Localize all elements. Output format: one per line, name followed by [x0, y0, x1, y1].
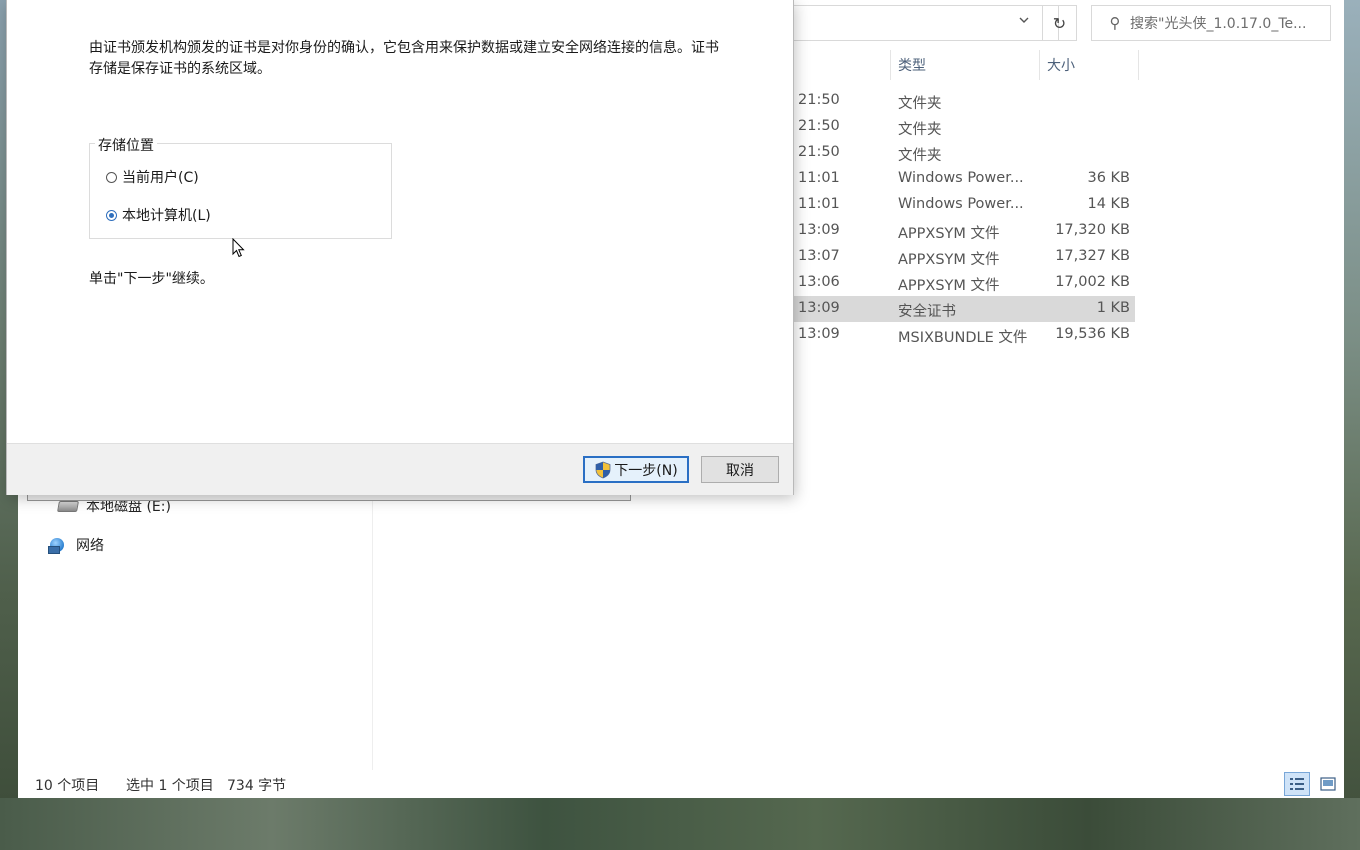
- file-date: 11:01: [798, 170, 840, 186]
- file-size: 14 KB: [1087, 196, 1130, 212]
- wizard-intro-text: 由证书颁发机构颁发的证书是对你身份的确认，它包含用来保护数据或建立安全网络连接的…: [89, 40, 719, 77]
- file-date: 11:01: [798, 196, 840, 212]
- wizard-footer: 下一步(N) 取消: [7, 443, 793, 495]
- file-type: Windows Power...: [898, 170, 1024, 186]
- search-icon: ⚲: [1109, 14, 1121, 32]
- column-separator[interactable]: [1138, 50, 1139, 80]
- column-header-type[interactable]: 类型: [898, 48, 926, 82]
- nav-item-network[interactable]: 网络: [48, 535, 104, 555]
- file-size: 36 KB: [1087, 170, 1130, 186]
- nav-pane-divider[interactable]: [372, 480, 373, 770]
- radio-circle-local-machine[interactable]: [106, 209, 117, 221]
- status-selection: 选中 1 个项目: [126, 778, 214, 794]
- radio-local-machine[interactable]: 本地计算机(L): [106, 205, 211, 225]
- nav-item-label: 网络: [76, 538, 104, 554]
- wallpaper-right-edge: [1344, 0, 1360, 850]
- file-type: 安全证书: [898, 304, 956, 320]
- details-view-icon: [1290, 778, 1304, 790]
- cancel-button[interactable]: 取消: [701, 456, 779, 483]
- file-row[interactable]: 11:01 Windows Power... 14 KB: [793, 192, 1135, 218]
- file-row[interactable]: 13:09 APPXSYM 文件 17,320 KB: [793, 218, 1135, 244]
- store-location-group: 存储位置 当前用户(C) 本地计算机(L): [89, 135, 392, 239]
- radio-label-current-user: 当前用户(C): [122, 170, 199, 186]
- cancel-button-label: 取消: [726, 462, 754, 479]
- store-location-label: 存储位置: [95, 135, 157, 155]
- file-size: 19,536 KB: [1055, 326, 1130, 342]
- network-icon: [48, 537, 68, 554]
- file-type: 文件夹: [898, 96, 942, 112]
- file-row[interactable]: 13:06 APPXSYM 文件 17,002 KB: [793, 270, 1135, 296]
- file-size: 17,327 KB: [1055, 248, 1130, 264]
- file-date: 13:07: [798, 248, 840, 264]
- large-icons-view-button[interactable]: [1315, 772, 1341, 796]
- file-row[interactable]: 13:07 APPXSYM 文件 17,327 KB: [793, 244, 1135, 270]
- continue-hint: 单击"下一步"继续。: [89, 271, 214, 287]
- file-row[interactable]: 21:50 文件夹: [793, 140, 1135, 166]
- file-date: 13:06: [798, 274, 840, 290]
- file-row[interactable]: 11:01 Windows Power... 36 KB: [793, 166, 1135, 192]
- file-type: Windows Power...: [898, 196, 1024, 212]
- file-type: APPXSYM 文件: [898, 278, 1000, 294]
- column-type-label: 类型: [898, 58, 926, 74]
- file-row[interactable]: 21:50 文件夹: [793, 114, 1135, 140]
- file-type: APPXSYM 文件: [898, 252, 1000, 268]
- large-icons-view-icon: [1320, 777, 1336, 791]
- file-date: 13:09: [798, 326, 840, 342]
- file-row[interactable]: 13:09 MSIXBUNDLE 文件 19,536 KB: [793, 322, 1135, 348]
- uac-shield-icon: [595, 461, 611, 478]
- file-size: 1 KB: [1096, 300, 1130, 316]
- next-button-label: 下一步(N): [614, 462, 678, 479]
- status-size: 734 字节: [227, 778, 287, 794]
- radio-current-user[interactable]: 当前用户(C): [106, 167, 199, 187]
- refresh-button[interactable]: ↻: [1042, 5, 1077, 41]
- file-type: MSIXBUNDLE 文件: [898, 330, 1028, 346]
- next-button[interactable]: 下一步(N): [583, 456, 689, 483]
- column-separator[interactable]: [1039, 50, 1040, 80]
- certificate-import-wizard: 由证书颁发机构颁发的证书是对你身份的确认，它包含用来保护数据或建立安全网络连接的…: [7, 0, 793, 495]
- wallpaper-bottom-edge: [0, 798, 1360, 850]
- file-row[interactable]: 13:09 安全证书 1 KB: [793, 296, 1135, 322]
- details-view-button[interactable]: [1284, 772, 1310, 796]
- menu-shadow-edge: [27, 494, 631, 501]
- file-date: 21:50: [798, 92, 840, 108]
- file-date: 13:09: [798, 222, 840, 238]
- file-size: 17,320 KB: [1055, 222, 1130, 238]
- file-date: 13:09: [798, 300, 840, 316]
- column-header-size[interactable]: 大小: [1047, 48, 1075, 82]
- radio-label-local-machine: 本地计算机(L): [122, 208, 211, 224]
- refresh-icon: ↻: [1052, 13, 1067, 33]
- file-row[interactable]: 21:50 文件夹: [793, 88, 1135, 114]
- column-separator[interactable]: [890, 50, 891, 80]
- chevron-down-icon[interactable]: [1018, 14, 1030, 29]
- file-type: 文件夹: [898, 122, 942, 138]
- column-size-label: 大小: [1047, 58, 1075, 74]
- mouse-cursor-icon: [232, 238, 245, 258]
- file-type: 文件夹: [898, 148, 942, 164]
- status-bar: 10 个项目 选中 1 个项目 734 字节: [18, 770, 1344, 798]
- file-date: 21:50: [798, 118, 840, 134]
- drive-icon: [57, 500, 79, 512]
- file-type: APPXSYM 文件: [898, 226, 1000, 242]
- status-item-count: 10 个项目: [35, 778, 100, 794]
- file-size: 17,002 KB: [1055, 274, 1130, 290]
- radio-circle-current-user[interactable]: [106, 171, 117, 183]
- file-date: 21:50: [798, 144, 840, 160]
- search-placeholder: 搜索"光头侠_1.0.17.0_Te...: [1130, 16, 1307, 32]
- search-box[interactable]: ⚲ 搜索"光头侠_1.0.17.0_Te...: [1091, 5, 1331, 41]
